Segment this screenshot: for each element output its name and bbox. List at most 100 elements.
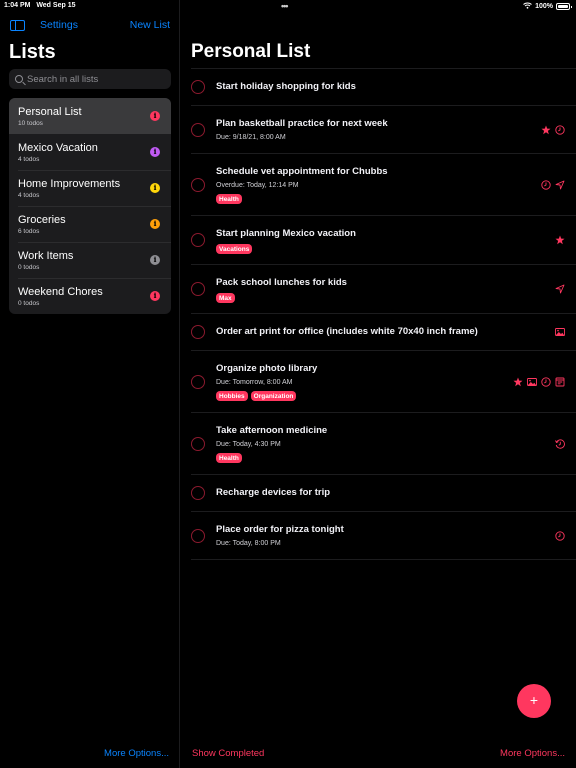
main-more-options-button[interactable]: More Options... (500, 748, 565, 759)
todo-title: Organize photo library (216, 363, 318, 374)
clock-icon (555, 530, 565, 541)
sidebar-more-options-button[interactable]: More Options... (104, 748, 169, 759)
todo-title: Start holiday shopping for kids (216, 81, 356, 92)
list-name: Work Items (18, 250, 74, 262)
todo-title: Place order for pizza tonight (216, 524, 344, 535)
todo-icons (555, 327, 565, 337)
clock-icon (555, 124, 565, 135)
todo-row[interactable]: Schedule vet appointment for Chubbs Overd… (191, 154, 576, 216)
complete-checkbox[interactable] (191, 80, 205, 94)
info-icon[interactable]: i (150, 111, 160, 121)
todo-title: Take afternoon medicine (216, 425, 328, 436)
complete-checkbox[interactable] (191, 233, 205, 247)
clock-icon (541, 376, 551, 387)
todo-icons (541, 179, 565, 190)
star-icon (541, 125, 551, 135)
complete-checkbox[interactable] (191, 282, 205, 296)
todo-icons (555, 530, 565, 541)
list-count: 0 todos (18, 264, 40, 271)
list-name: Mexico Vacation (18, 142, 98, 154)
todo-title: Pack school lunches for kids (216, 277, 347, 288)
todo-title: Order art print for office (includes whi… (216, 326, 478, 337)
complete-checkbox[interactable] (191, 325, 205, 339)
search-bar[interactable] (9, 69, 171, 89)
complete-checkbox[interactable] (191, 177, 205, 192)
todo-row[interactable]: Start holiday shopping for kids (191, 69, 576, 106)
tag-badge[interactable]: Organization (250, 391, 297, 401)
list-count: 0 todos (18, 300, 40, 307)
list-count: 6 todos (18, 228, 40, 235)
complete-checkbox[interactable] (191, 486, 205, 500)
note-icon (555, 377, 565, 387)
info-icon[interactable]: i (150, 183, 160, 193)
sidebar-list-item[interactable]: Mexico Vacation 4 todos i (9, 134, 171, 170)
todo-due-date: Due: 9/18/21, 8:00 AM (216, 134, 286, 141)
list-count: 4 todos (18, 192, 40, 199)
complete-checkbox[interactable] (191, 122, 205, 137)
main-panel: Personal List Start holiday shopping for… (181, 0, 576, 768)
sidebar-list-item[interactable]: Work Items 0 todos i (9, 242, 171, 278)
clock-icon (541, 179, 551, 190)
info-icon[interactable]: i (150, 219, 160, 229)
sidebar-toggle-icon[interactable] (10, 20, 25, 31)
todo-row[interactable]: Place order for pizza tonight Due: Today,… (191, 512, 576, 560)
todo-icons (555, 438, 565, 449)
tag-badge[interactable]: Max (216, 293, 235, 303)
photo-icon (527, 377, 537, 387)
todo-due-date: Due: Today, 8:00 PM (216, 540, 281, 547)
todo-tags: Health (216, 194, 516, 204)
info-icon[interactable]: i (150, 291, 160, 301)
sidebar-list-item[interactable]: Home Improvements 4 todos i (9, 170, 171, 206)
todo-icons (513, 376, 565, 387)
tag-badge[interactable]: Health (216, 194, 242, 204)
sidebar-list-item[interactable]: Groceries 6 todos i (9, 206, 171, 242)
info-icon[interactable]: i (150, 255, 160, 265)
list-name: Personal List (18, 106, 82, 118)
sidebar-list-item[interactable]: Personal List 10 todos i (9, 98, 171, 134)
complete-checkbox[interactable] (191, 374, 205, 389)
complete-checkbox[interactable] (191, 528, 205, 543)
star-icon (513, 377, 523, 387)
todo-tags: Vacations (216, 244, 516, 254)
todo-due-date: Due: Today, 4:30 PM (216, 441, 281, 448)
search-input[interactable] (27, 73, 167, 85)
todo-row[interactable]: Start planning Mexico vacation Vacations (191, 216, 576, 265)
lists-title: Lists (9, 41, 56, 63)
list-count: 10 todos (18, 120, 43, 127)
show-completed-button[interactable]: Show Completed (192, 748, 264, 759)
list-name: Groceries (18, 214, 66, 226)
tag-badge[interactable]: Hobbies (216, 391, 248, 401)
todo-due-date: Due: Tomorrow, 8:00 AM (216, 379, 293, 386)
complete-checkbox[interactable] (191, 436, 205, 451)
todo-title: Schedule vet appointment for Chubbs (216, 166, 388, 177)
list-name: Weekend Chores (18, 286, 103, 298)
list-name: Home Improvements (18, 178, 121, 190)
todo-list: Start holiday shopping for kids Plan bask… (181, 69, 576, 560)
search-icon (15, 75, 23, 83)
location-icon (555, 284, 565, 294)
sidebar-list-item[interactable]: Weekend Chores 0 todos i (9, 278, 171, 314)
todo-due-date: Overdue: Today, 12:14 PM (216, 182, 299, 189)
todo-icons (541, 124, 565, 135)
todo-row[interactable]: Plan basketball practice for next week Du… (191, 106, 576, 154)
todo-row[interactable]: Take afternoon medicine Due: Today, 4:30 … (191, 413, 576, 475)
todo-row[interactable]: Pack school lunches for kids Max (191, 265, 576, 314)
todo-title: Plan basketball practice for next week (216, 118, 388, 129)
todo-title: Recharge devices for trip (216, 487, 331, 498)
page-title: Personal List (191, 41, 311, 62)
todo-tags: Hobbies Organization (216, 391, 516, 401)
lists-group: Personal List 10 todos i Mexico Vacation 4 t… (9, 98, 171, 314)
new-list-button[interactable]: New List (130, 19, 170, 31)
info-icon[interactable]: i (150, 147, 160, 157)
todo-tags: Health (216, 453, 516, 463)
todo-icons (555, 284, 565, 294)
todo-row[interactable]: Organize photo library Due: Tomorrow, 8:0… (191, 351, 576, 413)
location-icon (555, 180, 565, 190)
settings-button[interactable]: Settings (40, 19, 78, 31)
todo-row[interactable]: Order art print for office (includes whi… (191, 314, 576, 351)
tag-badge[interactable]: Vacations (216, 244, 253, 254)
add-todo-button[interactable]: + (517, 684, 551, 718)
todo-row[interactable]: Recharge devices for trip (191, 475, 576, 512)
tag-badge[interactable]: Health (216, 453, 242, 463)
todo-title: Start planning Mexico vacation (216, 228, 356, 239)
